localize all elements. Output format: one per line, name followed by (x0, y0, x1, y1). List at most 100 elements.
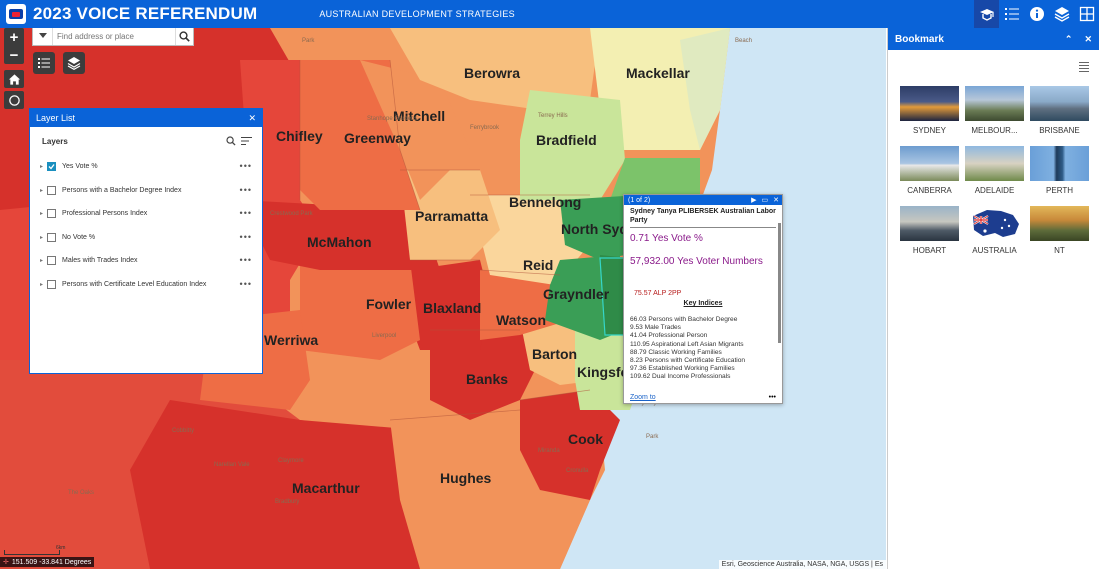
filter-list-icon[interactable] (241, 136, 252, 146)
popup-more-button[interactable]: ••• (769, 394, 776, 401)
layer-label: Persons with a Bachelor Degree Index (62, 186, 182, 194)
popup-index-row: 88.79 Classic Working Families (630, 348, 722, 356)
layer-checkbox[interactable] (47, 256, 56, 266)
bookmark-item[interactable]: PERTH (1030, 146, 1089, 200)
layer-options-button[interactable]: ••• (240, 185, 252, 195)
expand-icon[interactable]: ▸ (40, 234, 47, 241)
layer-list-icon[interactable] (999, 0, 1024, 28)
place-label: Terrey Hills (538, 113, 568, 119)
bookmark-name: AUSTRALIA (972, 246, 1017, 255)
close-icon[interactable]: ✕ (773, 196, 779, 204)
search-input[interactable] (53, 28, 175, 44)
layer-checkbox[interactable] (47, 209, 56, 219)
expand-icon[interactable]: ▸ (40, 187, 47, 194)
layers-icon[interactable] (1049, 0, 1074, 28)
bookmark-name: CANBERRA (907, 186, 952, 195)
expand-icon[interactable]: ▸ (40, 163, 47, 170)
bookmark-item[interactable]: BRISBANE (1030, 86, 1089, 140)
bookmark-thumbnail (965, 206, 1024, 241)
search-source-dropdown[interactable] (33, 28, 53, 45)
bookmark-thumbnail (900, 146, 959, 181)
layers-icon (67, 57, 81, 70)
layer-item[interactable]: ▸ Persons with a Bachelor Degree Index •… (30, 179, 262, 203)
electorate-label: Macarthur (292, 480, 360, 496)
popup-index-row: 8.23 Persons with Certificate Education (630, 357, 746, 365)
bookmark-item[interactable]: NT (1030, 206, 1089, 260)
bookmark-item[interactable]: AUSTRALIA (965, 206, 1024, 260)
coordinate-value: 151.509 -33.841 Degrees (11, 558, 92, 566)
menu-icon[interactable] (1079, 62, 1089, 74)
bookmark-item[interactable]: CANBERRA (900, 146, 959, 200)
layer-list-button[interactable] (33, 52, 55, 74)
search-widget (32, 28, 194, 46)
close-icon[interactable]: ✕ (248, 113, 256, 124)
layer-options-button[interactable]: ••• (240, 255, 252, 265)
layer-options-button[interactable]: ••• (240, 232, 252, 242)
layer-label: Yes Vote % (62, 163, 98, 171)
expand-icon[interactable]: ▸ (40, 210, 47, 217)
app-header: 2023 VOICE REFERENDUM AUSTRALIAN DEVELOP… (0, 0, 1099, 28)
popup-footer: Zoom to ••• (630, 394, 776, 401)
place-label: Narellan Vale (214, 462, 250, 468)
app-subtitle: AUSTRALIAN DEVELOPMENT STRATEGIES (319, 9, 515, 19)
bookmark-name: SYDNEY (913, 126, 946, 135)
electorate-label: Kingsford Smith (577, 364, 623, 380)
expand-icon[interactable]: ▸ (40, 281, 47, 288)
attribution: Esri, Geoscience Australia, NASA, NGA, U… (718, 560, 886, 569)
home-button[interactable] (4, 70, 24, 88)
layer-checkbox[interactable] (47, 185, 56, 195)
search-icon[interactable] (226, 136, 236, 146)
popup-index-row: 109.62 Dual Income Professionals (630, 373, 731, 381)
header-tools (974, 0, 1099, 28)
layer-item[interactable]: ▸ Males with Trades Index ••• (30, 249, 262, 273)
popup-yes-vote: 0.71 Yes Vote % (630, 233, 703, 244)
basemap-button[interactable] (63, 52, 85, 74)
close-icon[interactable]: ✕ (1084, 34, 1092, 45)
coordinate-readout[interactable]: ✛ 151.509 -33.841 Degrees (0, 557, 95, 567)
electorate-label: Berowra (464, 65, 521, 81)
layer-item[interactable]: ▸ Professional Persons Index ••• (30, 202, 262, 226)
zoom-to-link[interactable]: Zoom to (630, 394, 656, 401)
bookmark-item[interactable]: SYDNEY (900, 86, 959, 140)
layer-checkbox[interactable] (47, 232, 56, 242)
popup-scrollbar[interactable] (778, 223, 781, 343)
bookmark-item[interactable]: ADELAIDE (965, 146, 1024, 200)
search-button[interactable] (175, 28, 193, 45)
electorate-label: Grayndler (543, 286, 610, 302)
electorate-label: Bennelong (509, 194, 582, 210)
bookmark-item[interactable]: HOBART (900, 206, 959, 260)
popup-yes-numbers: 57,932.00 Yes Voter Numbers (630, 256, 763, 267)
electorate-label: Watson (496, 312, 547, 328)
bookmark-thumbnail (965, 146, 1024, 181)
about-icon[interactable] (1024, 0, 1049, 28)
layer-item[interactable]: ▸ No Vote % ••• (30, 226, 262, 250)
bookmark-item[interactable]: MELBOUR... (965, 86, 1024, 140)
popup-index-row: 9.53 Male Trades (630, 324, 681, 332)
electorate-label: Chifley (276, 128, 323, 144)
app: 2023 VOICE REFERENDUM AUSTRALIAN DEVELOP… (0, 0, 1099, 569)
popup-key-indices: Key Indices (683, 300, 723, 307)
layer-checkbox[interactable] (47, 162, 56, 172)
layer-options-button[interactable]: ••• (240, 161, 252, 171)
bookmark-thumbnail (1030, 146, 1089, 181)
layer-options-button[interactable]: ••• (240, 279, 252, 289)
electorate-label: Mackellar (626, 65, 690, 81)
place-label: Beach (735, 38, 753, 44)
expand-icon[interactable]: ▸ (40, 257, 47, 264)
layer-item[interactable]: ▸ Yes Vote % ••• (30, 155, 262, 179)
bookmark-grid: SYDNEY MELBOUR... BRISBANE CANBERRA ADEL… (900, 86, 1090, 260)
layer-options-button[interactable]: ••• (240, 208, 252, 218)
bookmark-icon[interactable] (1074, 0, 1099, 28)
collapse-icon[interactable]: ⌃ (1065, 34, 1073, 45)
zoom-in-button[interactable]: + (4, 28, 24, 46)
legend-icon[interactable] (974, 0, 999, 28)
next-feature-icon[interactable]: ▶ (751, 196, 756, 204)
maximize-icon[interactable]: ▭ (762, 196, 769, 204)
locate-button[interactable] (4, 91, 24, 109)
app-title: 2023 VOICE REFERENDUM (33, 4, 258, 23)
bookmark-name: PERTH (1046, 186, 1073, 195)
layer-checkbox[interactable] (47, 279, 56, 289)
layer-item[interactable]: ▸ Persons with Certificate Level Educati… (30, 273, 262, 297)
zoom-out-button[interactable]: − (4, 46, 24, 64)
scale-bar (4, 550, 60, 555)
